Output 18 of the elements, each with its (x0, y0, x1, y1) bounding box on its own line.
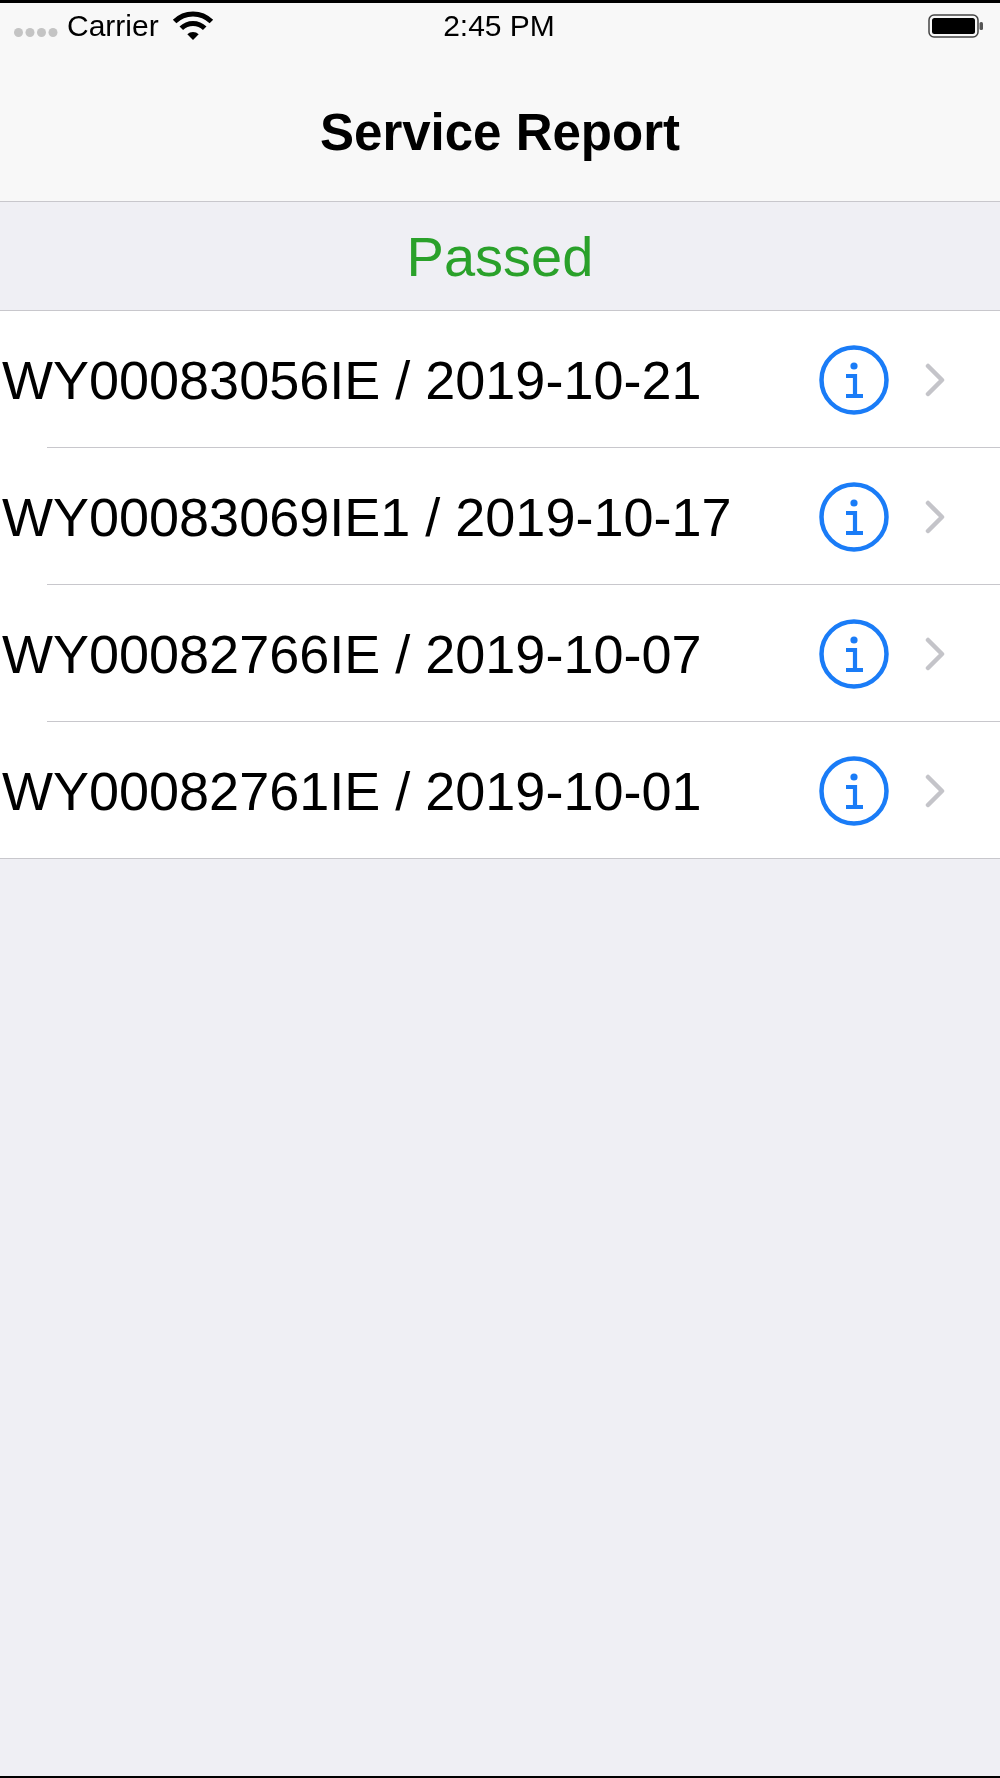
chevron-icon (925, 636, 945, 671)
info-icon[interactable] (819, 344, 889, 415)
chevron-icon (925, 362, 945, 397)
wifi-icon (171, 10, 214, 40)
info-icon[interactable] (819, 481, 889, 552)
info-icon[interactable] (819, 618, 889, 689)
report-row[interactable]: WY00083069IE1 / 2019-10-17 (0, 448, 1000, 585)
signal-icon (14, 27, 58, 37)
chevron-icon (925, 773, 945, 808)
carrier-name: Carrier (67, 9, 159, 43)
report-row[interactable]: WY00083056IE / 2019-10-21 (0, 311, 1000, 448)
navigation-title: Service Report (320, 102, 680, 162)
report-row[interactable]: WY00082761IE / 2019-10-01 (0, 722, 1000, 859)
battery-icon (928, 14, 984, 38)
info-icon[interactable] (819, 755, 889, 826)
status-time: 2:45 PM (443, 9, 555, 43)
report-row[interactable]: WY00082766IE / 2019-10-07 (0, 585, 1000, 722)
chevron-icon (925, 499, 945, 534)
